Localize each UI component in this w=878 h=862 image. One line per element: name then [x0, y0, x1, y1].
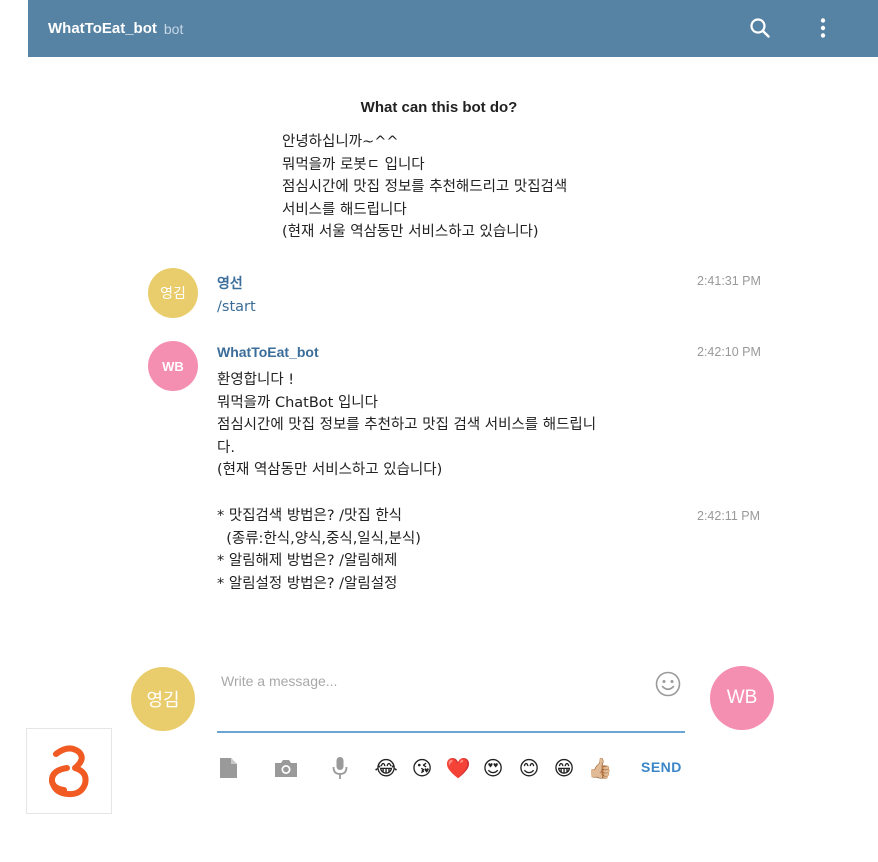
message-line: 다.: [217, 439, 235, 456]
message-line: (현재 역삼동만 서비스하고 있습니다): [217, 462, 443, 478]
emoji-blush[interactable]: 😊: [516, 755, 542, 781]
bot-intro-title: What can this bot do?: [360, 99, 518, 116]
bot-intro-text: 안녕하십니까~^^ 뭐먹을까 로봇ㄷ 입니다 점심시간에 맛집 정보를 추천해드…: [282, 131, 567, 244]
emoji-heart-eyes[interactable]: 😍: [480, 755, 506, 781]
camera-icon: [275, 760, 297, 777]
send-photo-button[interactable]: [273, 755, 299, 781]
message-text: /start: [217, 296, 256, 319]
avatar[interactable]: 영김: [148, 268, 198, 318]
message-text: 환영합니다 ! 뭐먹을까 ChatBot 입니다 점심시간에 맛집 정보를 추천…: [217, 369, 596, 482]
file-icon: [220, 758, 237, 778]
intro-line: 안녕하십니까~^^: [282, 134, 399, 150]
intro-line: 점심시간에 맛집 정보를 추천해드리고 맛집검색: [282, 179, 568, 195]
chat-subtitle: bot: [163, 20, 184, 37]
intro-line: (현재 서울 역삼동만 서비스하고 있습니다): [282, 224, 539, 240]
search-icon: [750, 18, 770, 38]
emoji-button[interactable]: [654, 670, 682, 698]
intro-line: 서비스를 해드립니다: [282, 201, 407, 218]
emoji-kiss[interactable]: 😘: [409, 755, 435, 781]
attach-file-button[interactable]: [215, 755, 241, 781]
bot-avatar[interactable]: WB: [710, 666, 774, 730]
message-line: 뭐먹을까 ChatBot 입니다: [217, 394, 378, 411]
message-line: * 알림해제 방법은? /알림해제: [217, 553, 398, 569]
emoji-heart[interactable]: ❤️: [445, 755, 471, 781]
message-time: 2:42:11 PM: [697, 509, 761, 523]
smile-icon: [655, 671, 681, 697]
microphone-icon: [332, 757, 348, 779]
logo-icon: [48, 745, 89, 798]
message-input[interactable]: [217, 665, 685, 733]
message-line: 환영합니다 !: [217, 372, 295, 388]
send-button[interactable]: SEND: [641, 759, 682, 775]
emoji-grin[interactable]: 😁: [551, 755, 577, 781]
chat-title[interactable]: WhatToEat_bot: [48, 20, 157, 37]
message-line: 점심시간에 맛집 정보를 추천하고 맛집 검색 서비스를 해드립니: [217, 417, 597, 433]
user-avatar[interactable]: 영김: [131, 667, 195, 731]
message-sender[interactable]: 영선: [217, 273, 243, 293]
record-voice-button[interactable]: [327, 755, 353, 781]
message-line: * 맛집검색 방법은? /맛집 한식: [217, 508, 403, 524]
search-button[interactable]: [746, 14, 774, 42]
more-vertical-icon: [820, 18, 826, 38]
message-text: * 맛집검색 방법은? /맛집 한식 (종류:한식,양식,중식,일식,분식) *…: [217, 505, 421, 595]
message-line: * 알림설정 방법은? /알림설정: [217, 575, 398, 592]
message-line: (종류:한식,양식,중식,일식,분식): [217, 530, 421, 547]
more-menu-button[interactable]: [809, 14, 837, 42]
command-link[interactable]: /start: [217, 296, 256, 319]
avatar[interactable]: WB: [148, 341, 198, 391]
message-time: 2:41:31 PM: [697, 274, 761, 288]
emoji-joy[interactable]: 😂: [373, 755, 399, 781]
intro-line: 뭐먹을까 로봇ㄷ 입니다: [282, 156, 425, 173]
message-time: 2:42:10 PM: [697, 345, 761, 359]
emoji-thumbs-up[interactable]: 👍🏼: [587, 755, 613, 781]
message-sender[interactable]: WhatToEat_bot: [217, 344, 319, 360]
logo: [26, 728, 112, 814]
